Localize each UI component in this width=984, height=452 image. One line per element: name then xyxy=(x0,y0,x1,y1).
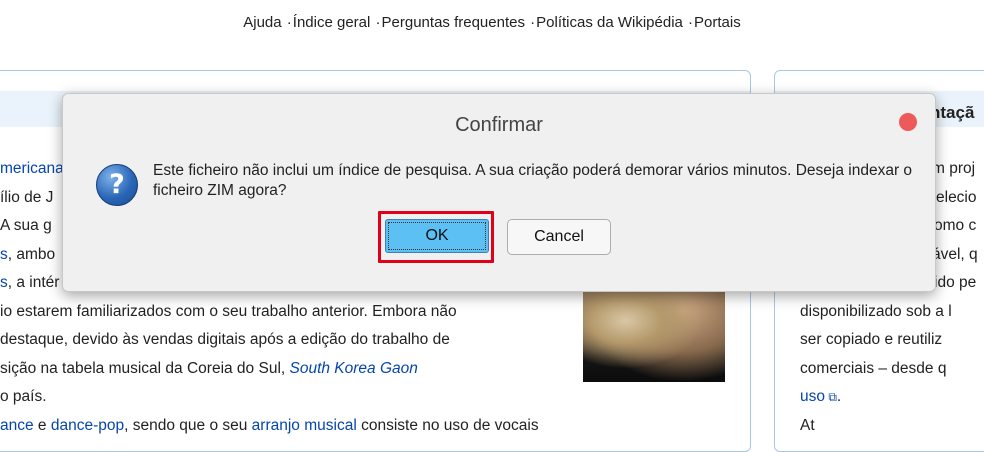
article-line: io estarem familiarizados com o seu trab… xyxy=(0,302,457,320)
article-line: , ambo xyxy=(7,245,56,263)
ok-button[interactable]: OK xyxy=(385,219,489,253)
article-line: o país. xyxy=(0,388,47,405)
side-info-line: ável, q xyxy=(932,245,978,263)
article-line: A sua g xyxy=(0,217,52,234)
article-link[interactable]: s xyxy=(0,274,8,291)
nav-separator: · xyxy=(375,14,381,31)
article-line: e xyxy=(33,416,51,434)
side-info-line: At xyxy=(800,416,815,434)
side-info-link-uso[interactable]: uso xyxy=(800,388,825,405)
nav-link-politicas[interactable]: Políticas da Wikipédia xyxy=(536,14,683,31)
side-info-line: ser copiado e reutiliz xyxy=(800,331,943,348)
dialog-message: Este ficheiro não inclui um índice de pe… xyxy=(153,162,913,199)
article-photo[interactable] xyxy=(583,280,725,382)
article-link-dance[interactable]: ance xyxy=(0,417,34,434)
article-link[interactable]: s xyxy=(0,246,8,263)
top-navigation: Ajuda ·Índice geral ·Perguntas frequente… xyxy=(0,14,984,31)
nav-link-perguntas-frequentes[interactable]: Perguntas frequentes xyxy=(382,14,525,31)
external-link-icon: ⧉ xyxy=(825,390,837,404)
side-info-line: comerciais – desde q xyxy=(800,359,947,377)
article-line: sição na tabela musical da Coreia do Sul… xyxy=(0,359,290,377)
nav-separator: · xyxy=(286,14,292,31)
side-info-line: omo c xyxy=(934,217,977,234)
question-icon: ? xyxy=(96,164,138,206)
cancel-button[interactable]: Cancel xyxy=(507,219,611,255)
article-link-arranjo[interactable]: arranjo musical xyxy=(252,417,357,434)
side-info-line: m proj xyxy=(932,160,976,177)
side-info-heading: ntaçã xyxy=(930,103,975,122)
article-link-dance-pop[interactable]: dance-pop xyxy=(51,417,124,434)
nav-link-portais[interactable]: Portais xyxy=(694,14,741,31)
article-line: , a intér xyxy=(7,274,60,291)
article-line: ílio de J xyxy=(0,188,54,206)
article-line: consiste no uso de vocais xyxy=(356,416,539,434)
dialog-title: Confirmar xyxy=(455,114,543,136)
period: . xyxy=(836,388,842,405)
side-info-line: disponibilizado sob a l xyxy=(800,302,952,320)
nav-link-indice-geral[interactable]: Índice geral xyxy=(293,14,371,31)
article-line: , sendo que o seu xyxy=(124,416,252,434)
nav-link-ajuda[interactable]: Ajuda xyxy=(243,14,281,31)
article-link-gaon[interactable]: South Korea Gaon xyxy=(290,360,418,377)
side-info-line: ido pe xyxy=(934,274,977,291)
article-line: destaque, devido às vendas digitais após… xyxy=(0,331,450,348)
close-icon[interactable] xyxy=(899,113,917,131)
nav-separator: · xyxy=(688,14,694,31)
article-link[interactable]: mericana xyxy=(0,160,64,177)
confirm-dialog: Confirmar ? Este ficheiro não inclui um … xyxy=(62,93,936,292)
side-info-line: elecio xyxy=(936,188,977,206)
